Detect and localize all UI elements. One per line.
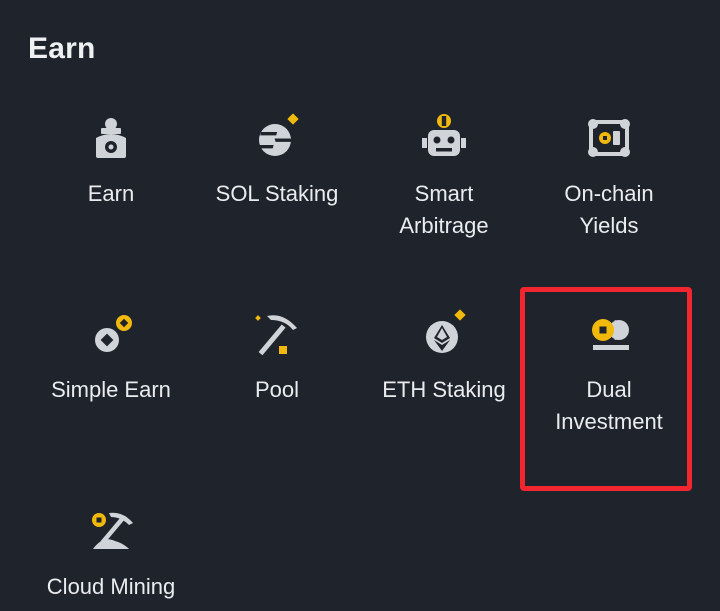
tile-sol-staking[interactable]: SOL Staking bbox=[193, 110, 361, 220]
tile-label: Smart Arbitrage bbox=[399, 181, 489, 238]
tile-pool[interactable]: Pool bbox=[193, 306, 361, 416]
tile-label: On-chain Yields bbox=[564, 181, 654, 238]
tile-label: Cloud Mining bbox=[46, 574, 176, 599]
tile-label: Earn bbox=[87, 181, 135, 206]
section-title: Earn bbox=[28, 32, 96, 65]
sol-staking-icon bbox=[249, 110, 305, 166]
tile-label: SOL Staking bbox=[215, 181, 339, 206]
tile-on-chain-yields[interactable]: On-chain Yields bbox=[525, 110, 693, 250]
tile-simple-earn[interactable]: Simple Earn bbox=[27, 306, 195, 416]
simple-earn-icon bbox=[83, 306, 139, 362]
earn-icon bbox=[83, 110, 139, 166]
on-chain-yields-icon bbox=[581, 110, 637, 166]
tile-eth-staking[interactable]: ETH Staking bbox=[360, 306, 528, 416]
tile-earn[interactable]: Earn bbox=[27, 110, 195, 220]
highlight-box bbox=[520, 287, 692, 491]
tile-label: Simple Earn bbox=[51, 377, 171, 402]
eth-staking-icon bbox=[416, 306, 472, 362]
tile-cloud-mining[interactable]: Cloud Mining bbox=[27, 503, 195, 609]
tile-smart-arbitrage[interactable]: Smart Arbitrage bbox=[360, 110, 528, 250]
pool-icon bbox=[249, 306, 305, 362]
cloud-mining-icon bbox=[83, 503, 139, 559]
tile-label: ETH Staking bbox=[382, 377, 506, 402]
smart-arbitrage-icon bbox=[416, 110, 472, 166]
tile-label: Pool bbox=[254, 377, 300, 402]
